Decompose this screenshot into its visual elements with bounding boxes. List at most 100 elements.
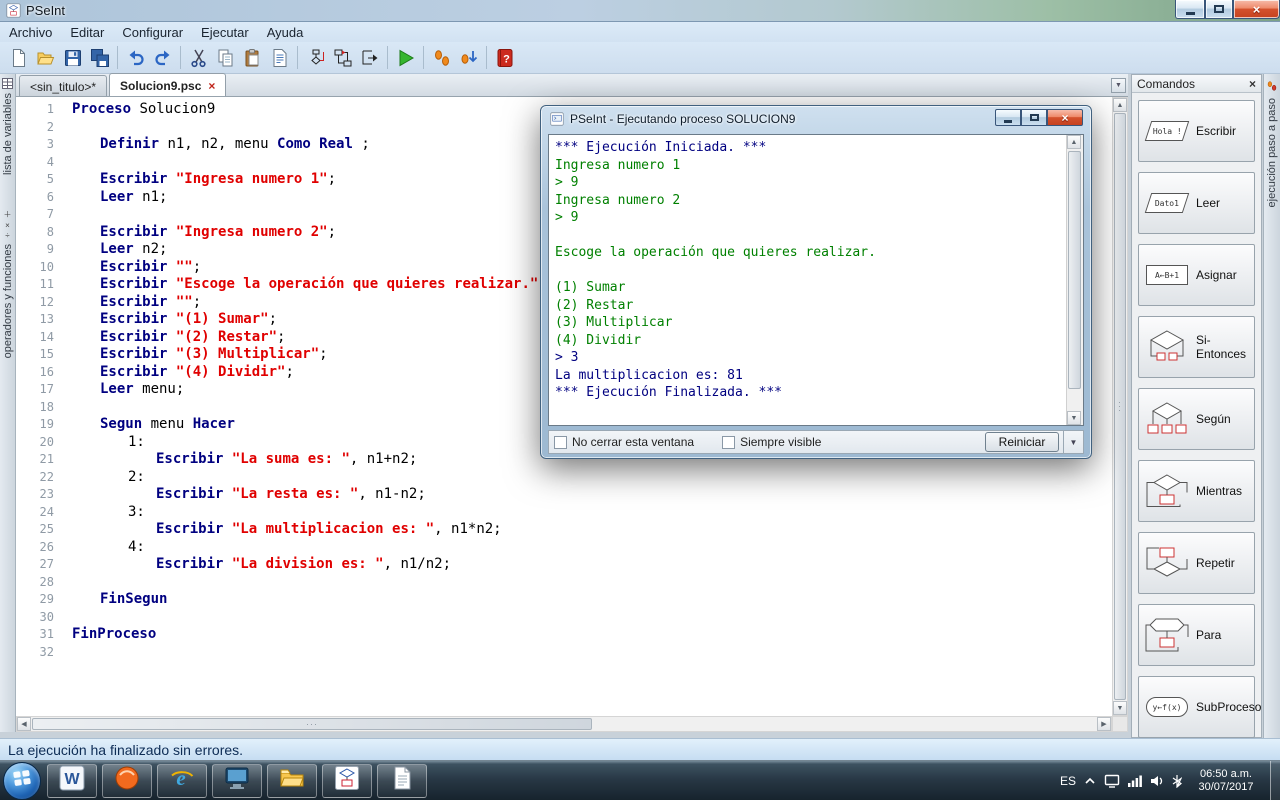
code-token: 4: (128, 538, 145, 555)
syntax-check-button[interactable] (302, 44, 329, 71)
copy-button[interactable] (212, 44, 239, 71)
code-token: FinProceso (72, 626, 157, 642)
scroll-right-button[interactable]: ▶ (1097, 717, 1111, 731)
taskbar-item-media-player[interactable] (102, 763, 152, 798)
commands-close-button[interactable]: × (1249, 77, 1256, 91)
close-button[interactable]: × (1233, 0, 1280, 19)
console-dropdown-button[interactable]: ▼ (1063, 431, 1083, 453)
console-line: > 3 (555, 350, 579, 365)
command-si-entonces[interactable]: Si-Entonces (1138, 316, 1255, 378)
right-dock-strip[interactable]: ejecución paso a paso (1263, 74, 1280, 738)
tab-list-button[interactable]: ▼ (1111, 78, 1126, 93)
vertical-scroll-thumb[interactable]: ··· (1114, 113, 1126, 700)
command-para[interactable]: Para (1138, 604, 1255, 666)
console-line: *** Ejecución Iniciada. *** (555, 140, 767, 155)
cut-button[interactable] (185, 44, 212, 71)
show-desktop-button[interactable] (1270, 761, 1280, 800)
maximize-button[interactable] (1205, 0, 1233, 19)
network-icon[interactable] (1128, 775, 1142, 787)
checkbox-no-cerrar-esta-ventana[interactable] (554, 435, 567, 449)
editor-horizontal-scrollbar[interactable]: ◀ ··· ▶ (16, 716, 1112, 732)
taskbar-item-system-app[interactable] (212, 763, 262, 798)
volume-icon[interactable] (1150, 775, 1164, 787)
export-button[interactable] (356, 44, 383, 71)
taskbar-item-word[interactable]: W (47, 763, 97, 798)
execution-window: PSeInt - Ejecutando proceso SOLUCION9 × … (540, 105, 1092, 459)
scroll-left-button[interactable]: ◀ (17, 717, 31, 731)
operators-panel-tab[interactable]: ＋ × ÷ operadores y funciones (2, 209, 14, 358)
code-text: Proceso Solucion9 (64, 101, 215, 119)
scroll-down-button[interactable]: ▼ (1067, 411, 1081, 425)
repeat-icon (1142, 545, 1192, 581)
command-leer[interactable]: Dato1 Leer (1138, 172, 1255, 234)
taskbar-item-internet-explorer[interactable]: e (157, 763, 207, 798)
menu-item-ayuda[interactable]: Ayuda (258, 23, 313, 42)
toolbar-separator (387, 46, 388, 69)
horizontal-scroll-thumb[interactable]: ··· (32, 718, 592, 730)
scroll-down-button[interactable]: ▼ (1113, 701, 1127, 715)
exec-maximize-button[interactable] (1021, 109, 1047, 126)
tab-solucion9-psc[interactable]: Solucion9.psc × (109, 73, 227, 96)
run-to-line-button[interactable] (455, 44, 482, 71)
language-indicator[interactable]: ES (1060, 774, 1076, 788)
clock[interactable]: 06:50 a.m. 30/07/2017 (1190, 768, 1262, 794)
exec-minimize-button[interactable] (995, 109, 1021, 126)
command-label: Si-Entonces (1196, 333, 1247, 361)
bluetooth-icon[interactable] (1172, 774, 1182, 788)
flowchart-button[interactable] (329, 44, 356, 71)
command-subproceso[interactable]: y←f(x) SubProceso (1138, 676, 1261, 738)
paste-button[interactable] (239, 44, 266, 71)
display-icon[interactable] (1104, 774, 1120, 788)
command-seg-n[interactable]: Según (1138, 388, 1255, 450)
menu-item-editar[interactable]: Editar (61, 23, 113, 42)
scroll-up-button[interactable]: ▲ (1067, 135, 1081, 149)
scroll-up-button[interactable]: ▲ (1113, 98, 1127, 112)
restart-button[interactable]: Reiniciar (985, 432, 1059, 452)
code-token: Escribir (100, 293, 168, 310)
execution-titlebar[interactable]: PSeInt - Ejecutando proceso SOLUCION9 × (541, 106, 1091, 132)
console-scroll-thumb[interactable] (1068, 151, 1081, 389)
menu-item-configurar[interactable]: Configurar (113, 23, 192, 42)
code-token: Proceso (72, 101, 132, 117)
save-button[interactable] (59, 44, 86, 71)
variables-panel-tab[interactable]: lista de variables (2, 78, 14, 175)
find-replace-button[interactable] (266, 44, 293, 71)
save-as-button[interactable] (86, 44, 113, 71)
flowchart-icon (333, 48, 353, 68)
console-scrollbar[interactable]: ▲ ▼ (1066, 135, 1083, 425)
taskbar-item-pseint[interactable] (322, 763, 372, 798)
hidden-icons-button[interactable] (1084, 776, 1096, 786)
new-file-button[interactable] (5, 44, 32, 71)
open-file-button[interactable] (32, 44, 59, 71)
code-token: ; (277, 328, 286, 345)
toolbar-separator (423, 46, 424, 69)
command-repetir[interactable]: Repetir (1138, 532, 1255, 594)
command-mientras[interactable]: Mientras (1138, 460, 1255, 522)
minimize-button[interactable] (1175, 0, 1205, 19)
exec-close-button[interactable]: × (1047, 109, 1083, 126)
step-run-button[interactable] (428, 44, 455, 71)
undo-button[interactable] (122, 44, 149, 71)
command-escribir[interactable]: Hola ! Escribir (1138, 100, 1255, 162)
taskbar-item-document-editor[interactable] (377, 763, 427, 798)
plus-glyph: ＋ (3, 209, 12, 219)
status-text: La ejecución ha finalizado sin errores. (8, 741, 244, 758)
checkbox-siempre-visible[interactable] (722, 435, 736, 449)
line-number: 14 (39, 329, 54, 344)
command-asignar[interactable]: A←B+1 Asignar (1138, 244, 1255, 306)
editor-vertical-scrollbar[interactable]: ▲ ··· ▼ (1112, 97, 1128, 716)
code-line: 28 (16, 574, 1112, 592)
start-button[interactable] (3, 761, 41, 800)
redo-button[interactable] (149, 44, 176, 71)
taskbar-item-file-explorer[interactable] (267, 763, 317, 798)
menu-item-archivo[interactable]: Archivo (0, 23, 61, 42)
tab-sin-titulo[interactable]: <sin_titulo>* (19, 75, 108, 96)
help-button[interactable]: ? (491, 44, 518, 71)
tab-close-button[interactable]: × (208, 80, 215, 92)
console-line: > 9 (555, 175, 579, 190)
run-button[interactable] (392, 44, 419, 71)
menu-item-ejecutar[interactable]: Ejecutar (192, 23, 258, 42)
